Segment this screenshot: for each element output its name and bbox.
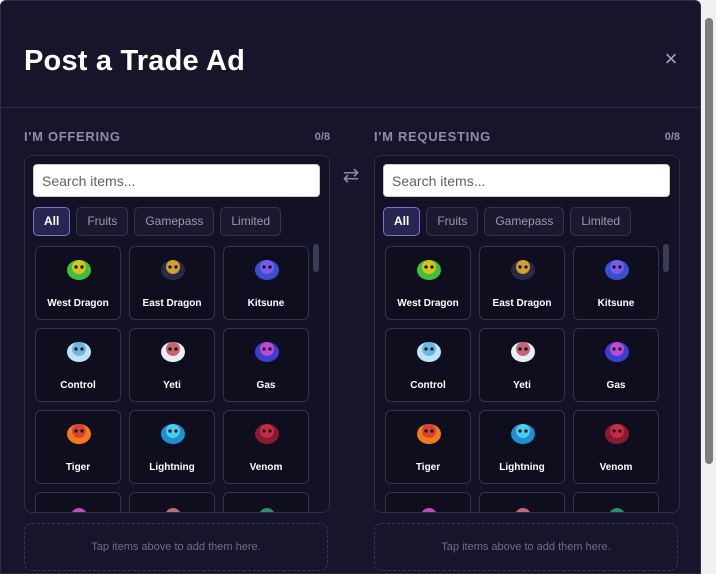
item-card-east-dragon[interactable]: East Dragon	[479, 246, 565, 320]
item-icon	[516, 508, 530, 512]
item-card-yeti[interactable]: Yeti	[479, 328, 565, 402]
control-icon	[417, 342, 441, 362]
offering-header: I'M OFFERING 0/8	[24, 129, 330, 147]
item-icon	[166, 508, 180, 512]
lightning-icon	[161, 424, 185, 444]
item-label: Control	[410, 380, 446, 391]
modal-title: Post a Trade Ad	[24, 45, 246, 77]
item-card-control[interactable]: Control	[385, 328, 471, 402]
offering-filters: All Fruits Gamepass Limited	[33, 207, 282, 236]
item-card-tiger[interactable]: Tiger	[35, 410, 121, 484]
item-label: West Dragon	[397, 298, 459, 309]
offering-column: I'M OFFERING 0/8 AllFruitsGamepassLimite…	[24, 129, 330, 571]
item-card-kitsune[interactable]: Kitsune	[573, 246, 659, 320]
kitsune-icon	[255, 260, 279, 280]
offering-drop-zone[interactable]: Tap items above to add them here.	[24, 523, 328, 571]
item-card-gas[interactable]: Gas	[573, 328, 659, 402]
west-dragon-icon	[417, 260, 441, 280]
filter-fruits[interactable]: Fruits	[76, 207, 129, 236]
item-label: Kitsune	[597, 298, 635, 309]
filter-fruits[interactable]: Fruits	[426, 207, 479, 236]
item-card-kitsune[interactable]: Kitsune	[223, 246, 309, 320]
item-label: Venom	[249, 462, 283, 473]
close-icon[interactable]: ×	[661, 48, 681, 70]
item-label: East Dragon	[492, 298, 552, 309]
item-icon	[260, 508, 274, 512]
item-label: Kitsune	[247, 298, 285, 309]
filter-limited[interactable]: Limited	[570, 207, 632, 236]
item-card-gas[interactable]: Gas	[223, 328, 309, 402]
item-card-partial[interactable]	[573, 492, 659, 512]
item-label: Tiger	[415, 462, 441, 473]
requesting-title: I'M REQUESTING	[374, 129, 491, 144]
requesting-panel: AllFruitsGamepassLimited West Dragon East…	[374, 155, 680, 513]
item-icon	[72, 508, 86, 512]
item-card-partial[interactable]	[479, 492, 565, 512]
control-icon	[67, 342, 91, 362]
item-card-partial[interactable]	[129, 492, 215, 512]
filter-all[interactable]: All	[33, 207, 71, 236]
lightning-icon	[511, 424, 535, 444]
item-card-west-dragon[interactable]: West Dragon	[385, 246, 471, 320]
modal-header: Post a Trade Ad ×	[1, 1, 700, 108]
item-card-partial[interactable]	[223, 492, 309, 512]
item-card-venom[interactable]: Venom	[223, 410, 309, 484]
item-label: Lightning	[149, 462, 195, 473]
page-scrollbar-thumb[interactable]	[705, 18, 713, 464]
offering-search-input[interactable]	[33, 164, 320, 197]
yeti-icon	[511, 342, 535, 362]
item-card-control[interactable]: Control	[35, 328, 121, 402]
venom-icon	[605, 424, 629, 444]
requesting-header: I'M REQUESTING 0/8	[374, 129, 680, 147]
offering-count: 0/8	[314, 131, 330, 143]
requesting-count: 0/8	[664, 131, 680, 143]
offering-title: I'M OFFERING	[24, 129, 121, 144]
item-label: Control	[60, 380, 96, 391]
page-scrollbar[interactable]	[701, 0, 716, 574]
item-label: Gas	[256, 380, 276, 391]
item-card-yeti[interactable]: Yeti	[129, 328, 215, 402]
tiger-icon	[67, 424, 91, 444]
tiger-icon	[417, 424, 441, 444]
item-card-venom[interactable]: Venom	[573, 410, 659, 484]
item-label: Venom	[599, 462, 633, 473]
trade-ad-modal: Post a Trade Ad × I'M OFFERING 0/8 AllFr…	[0, 0, 701, 574]
item-icon	[610, 508, 624, 512]
item-label: Tiger	[65, 462, 91, 473]
item-label: East Dragon	[142, 298, 202, 309]
yeti-icon	[161, 342, 185, 362]
east-dragon-icon	[511, 260, 535, 280]
requesting-scrollbar[interactable]	[663, 244, 669, 272]
filter-limited[interactable]: Limited	[220, 207, 282, 236]
requesting-search-input[interactable]	[383, 164, 670, 197]
requesting-drop-zone[interactable]: Tap items above to add them here.	[374, 523, 678, 571]
requesting-filters: All Fruits Gamepass Limited	[383, 207, 632, 236]
item-label: Gas	[606, 380, 626, 391]
item-card-partial[interactable]	[385, 492, 471, 512]
offering-scrollbar[interactable]	[313, 244, 319, 272]
item-card-lightning[interactable]: Lightning	[129, 410, 215, 484]
kitsune-icon	[605, 260, 629, 280]
item-card-partial[interactable]	[35, 492, 121, 512]
venom-icon	[255, 424, 279, 444]
filter-gamepass[interactable]: Gamepass	[134, 207, 215, 236]
item-card-west-dragon[interactable]: West Dragon	[35, 246, 121, 320]
east-dragon-icon	[161, 260, 185, 280]
gas-icon	[605, 342, 629, 362]
item-label: West Dragon	[47, 298, 109, 309]
item-card-lightning[interactable]: Lightning	[479, 410, 565, 484]
item-icon	[422, 508, 436, 512]
gas-icon	[255, 342, 279, 362]
filter-gamepass[interactable]: Gamepass	[484, 207, 565, 236]
item-card-east-dragon[interactable]: East Dragon	[129, 246, 215, 320]
item-label: Lightning	[499, 462, 545, 473]
item-card-tiger[interactable]: Tiger	[385, 410, 471, 484]
filter-all[interactable]: All	[383, 207, 421, 236]
swap-icon: ⇄	[342, 165, 360, 187]
item-label: Yeti	[163, 380, 181, 391]
requesting-column: I'M REQUESTING 0/8 AllFruitsGamepassLimi…	[374, 129, 680, 571]
west-dragon-icon	[67, 260, 91, 280]
offering-panel: AllFruitsGamepassLimited West Dragon East…	[24, 155, 330, 513]
item-label: Yeti	[513, 380, 531, 391]
